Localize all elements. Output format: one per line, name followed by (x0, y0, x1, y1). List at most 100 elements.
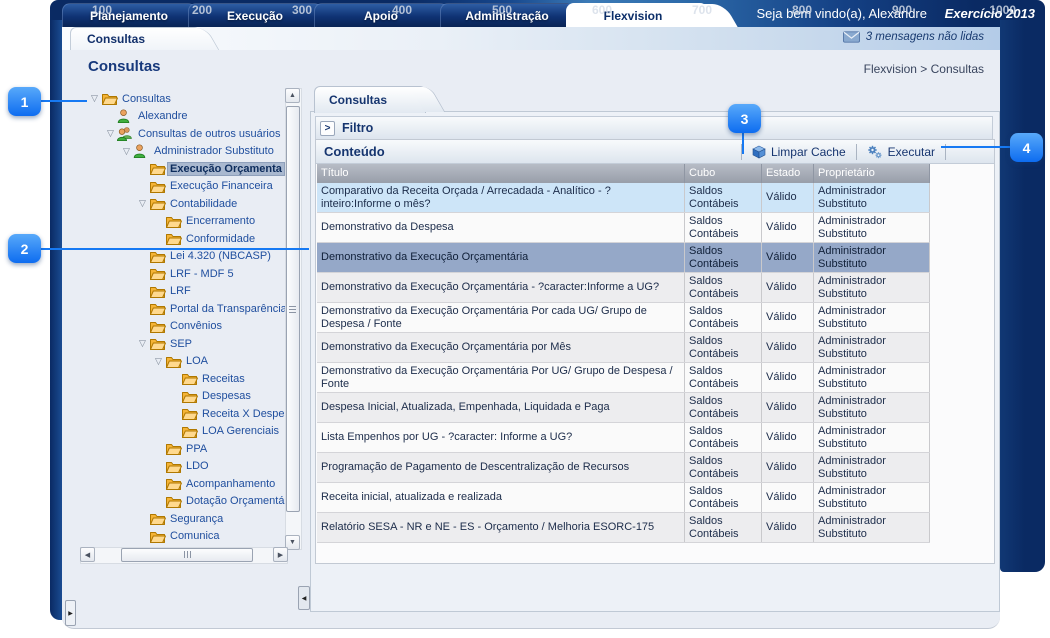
consultas-tree: ▽ConsultasAlexandre▽Consultas de outros … (80, 88, 302, 564)
filter-expander[interactable]: > Filtro (315, 116, 993, 140)
tree-item-despesas[interactable]: Despesas (80, 388, 286, 406)
tree-item-conformidade[interactable]: Conformidade (80, 230, 286, 248)
cell-titulo: Receita inicial, atualizada e realizada (317, 483, 685, 512)
tree-item-seguranca[interactable]: Segurança (80, 510, 286, 528)
tab-administracao[interactable]: Administração (440, 3, 574, 27)
limpar-cache-button[interactable]: Limpar Cache (752, 145, 846, 159)
tree-item-receitas[interactable]: Receitas (80, 370, 286, 388)
tree-item-label: SEP (168, 338, 194, 350)
folder-icon (165, 355, 184, 368)
tab-planejamento[interactable]: Planejamento (62, 3, 196, 27)
callout-line-4 (941, 146, 1011, 148)
users-icon (117, 127, 136, 141)
scroll-up-button[interactable]: ▲ (285, 88, 300, 103)
tab-consultas-panel[interactable]: Consultas (314, 86, 426, 113)
tree-item-label: LDO (184, 460, 211, 472)
cell-cubo: Saldos Contábeis (685, 303, 762, 332)
content-panel: > Filtro Conteúdo Limpar CacheExecutar T… (310, 111, 1000, 612)
vertical-scroll-thumb[interactable] (286, 106, 300, 512)
tab-apoio[interactable]: Apoio (314, 3, 448, 27)
tree-item-ppa[interactable]: PPA (80, 440, 286, 458)
tree-horizontal-scrollbar[interactable]: ◀ ▶ (80, 547, 288, 564)
callout-line-3 (742, 131, 744, 154)
cell-titulo: Despesa Inicial, Atualizada, Empenhada, … (317, 393, 685, 422)
cell-proprietario: Administrador Substituto (814, 183, 930, 212)
tree-item-ldo[interactable]: LDO (80, 458, 286, 476)
folder-icon (181, 425, 200, 438)
tree-item-lrf-mdf-5[interactable]: LRF - MDF 5 (80, 265, 286, 283)
folder-icon (149, 337, 168, 350)
tree-vertical-scrollbar[interactable]: ▲ ▼ (285, 88, 302, 550)
cell-titulo: Relatório SESA - NR e NE - ES - Orçament… (317, 513, 685, 542)
scroll-left-button[interactable]: ◀ (80, 547, 95, 562)
tree-item-label: Segurança (168, 513, 225, 525)
tree-item-sep[interactable]: ▽ SEP (80, 335, 286, 353)
tree-item-lrf[interactable]: LRF (80, 283, 286, 301)
unread-messages-link[interactable]: 3 mensagens não lidas (843, 31, 984, 43)
expander-triangle-icon[interactable]: ▽ (152, 356, 165, 367)
table-row[interactable]: Despesa Inicial, Atualizada, Empenhada, … (317, 393, 930, 423)
table-row[interactable]: Lista Empenhos por UG - ?caracter: Infor… (317, 423, 930, 453)
scroll-right-button[interactable]: ▶ (273, 547, 288, 562)
tab-flexvision[interactable]: Flexvision (566, 3, 708, 27)
column-header-estado[interactable]: Estado (762, 164, 814, 183)
tree-item-consultas-de-outros-usuarios[interactable]: ▽Consultas de outros usuários (80, 125, 286, 143)
tree-item-portal-da-transparencia[interactable]: Portal da Transparência (80, 300, 286, 318)
tree-item-loa-gerenciais[interactable]: LOA Gerenciais (80, 423, 286, 441)
tree-item-lei-4-320-nbcasp[interactable]: Lei 4.320 (NBCASP) (80, 248, 286, 266)
expander-triangle-icon[interactable]: ▽ (88, 93, 101, 104)
column-header-cubo[interactable]: Cubo (685, 164, 762, 183)
table-row[interactable]: Comparativo da Receita Orçada / Arrecada… (317, 183, 930, 213)
tab-execucao[interactable]: Execução (188, 3, 322, 27)
table-row[interactable]: Receita inicial, atualizada e realizadaS… (317, 483, 930, 513)
folder-icon (149, 512, 168, 525)
horizontal-scroll-thumb[interactable] (121, 548, 253, 562)
tree-item-acompanhamento[interactable]: Acompanhamento (80, 475, 286, 493)
table-row[interactable]: Relatório SESA - NR e NE - ES - Orçament… (317, 513, 930, 543)
cell-proprietario: Administrador Substituto (814, 363, 930, 392)
panel-collapse-handle[interactable]: ◀ (298, 586, 310, 610)
tree-item-label: Portal da Transparência (168, 303, 286, 315)
column-header-titulo[interactable]: Título (317, 164, 685, 183)
tree-item-label: Administrador Substituto (152, 145, 276, 157)
tree-item-contabilidade[interactable]: ▽Contabilidade (80, 195, 286, 213)
folder-icon (149, 250, 168, 263)
tree-item-receita-x-despes[interactable]: Receita X Despes (80, 405, 286, 423)
cell-cubo: Saldos Contábeis (685, 243, 762, 272)
left-collapse-handle[interactable]: ▶ (65, 600, 76, 626)
table-row[interactable]: Demonstrativo da Execução Orçamentária -… (317, 273, 930, 303)
expander-triangle-icon[interactable]: ▽ (136, 198, 149, 209)
tree-item-dotacao-orcamentar[interactable]: Dotação Orçamentár (80, 493, 286, 511)
tree-item-execucao-financeira[interactable]: Execução Financeira (80, 178, 286, 196)
executar-button[interactable]: Executar (867, 145, 935, 159)
tree-item-label: LRF (168, 285, 193, 297)
tab-consultas-sub[interactable]: Consultas (70, 27, 200, 50)
tree-item-alexandre[interactable]: Alexandre (80, 108, 286, 126)
chevron-right-icon: > (320, 121, 335, 136)
cell-cubo: Saldos Contábeis (685, 273, 762, 302)
action-label: Limpar Cache (771, 145, 846, 159)
tree-item-execucao-orcamenta[interactable]: Execução Orçamenta (80, 160, 286, 178)
table-row[interactable]: Demonstrativo da Execução Orçamentária P… (317, 303, 930, 333)
cell-proprietario: Administrador Substituto (814, 213, 930, 242)
table-row[interactable]: Demonstrativo da Execução OrçamentáriaSa… (317, 243, 930, 273)
sub-nav-bar: Consultas 3 mensagens não lidas (62, 27, 1000, 50)
tree-item-loa[interactable]: ▽LOA (80, 353, 286, 371)
tree-item-encerramento[interactable]: Encerramento (80, 213, 286, 231)
column-header-proprietario[interactable]: Proprietário (814, 164, 930, 183)
tree-item-label: Execução Financeira (168, 180, 275, 192)
cell-cubo: Saldos Contábeis (685, 513, 762, 542)
tab-label: Flexvision (604, 9, 663, 23)
table-row[interactable]: Demonstrativo da Execução Orçamentária P… (317, 363, 930, 393)
tree-item-comunica[interactable]: Comunica (80, 528, 286, 546)
tree-item-administrador-substituto[interactable]: ▽ Administrador Substituto (80, 143, 286, 161)
tree-item-consultas[interactable]: ▽Consultas (80, 90, 286, 108)
expander-triangle-icon[interactable]: ▽ (104, 128, 117, 139)
table-row[interactable]: Programação de Pagamento de Descentraliz… (317, 453, 930, 483)
table-row[interactable]: Demonstrativo da Execução Orçamentária p… (317, 333, 930, 363)
table-row[interactable]: Demonstrativo da DespesaSaldos Contábeis… (317, 213, 930, 243)
expander-triangle-icon[interactable]: ▽ (136, 338, 149, 349)
expander-triangle-icon[interactable]: ▽ (120, 146, 133, 157)
cell-titulo: Programação de Pagamento de Descentraliz… (317, 453, 685, 482)
tree-item-convenios[interactable]: Convênios (80, 318, 286, 336)
